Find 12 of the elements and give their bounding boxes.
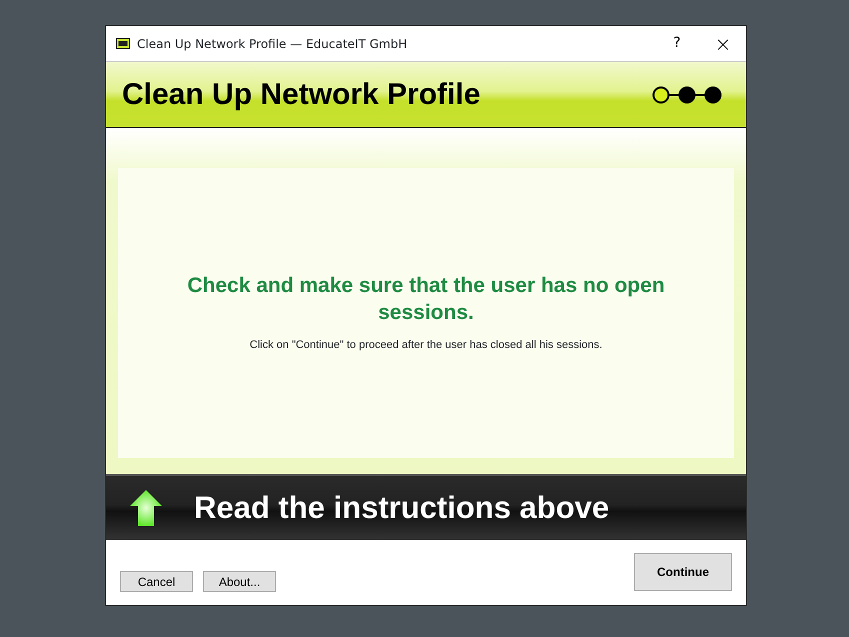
continue-button[interactable]: Continue: [634, 553, 732, 591]
footer-button[interactable]: Cancel: [120, 571, 193, 592]
instruction-heading: Check and make sure that the user has no open sessions.: [186, 272, 666, 326]
help-button[interactable]: ?: [654, 26, 700, 62]
app-icon: [116, 38, 130, 49]
instruction-text: Click on "Continue" to proceed after the user has closed all his sessions.: [250, 338, 602, 353]
banner-text: Read the instructions above: [194, 488, 610, 527]
window-title: Clean Up Network Profile — EducateIT GmbH: [137, 36, 408, 52]
up-arrow-icon: [128, 488, 164, 528]
close-button[interactable]: ×: [700, 26, 746, 62]
page-title: Clean Up Network Profile: [122, 77, 482, 113]
footer-button[interactable]: About...: [203, 571, 276, 592]
